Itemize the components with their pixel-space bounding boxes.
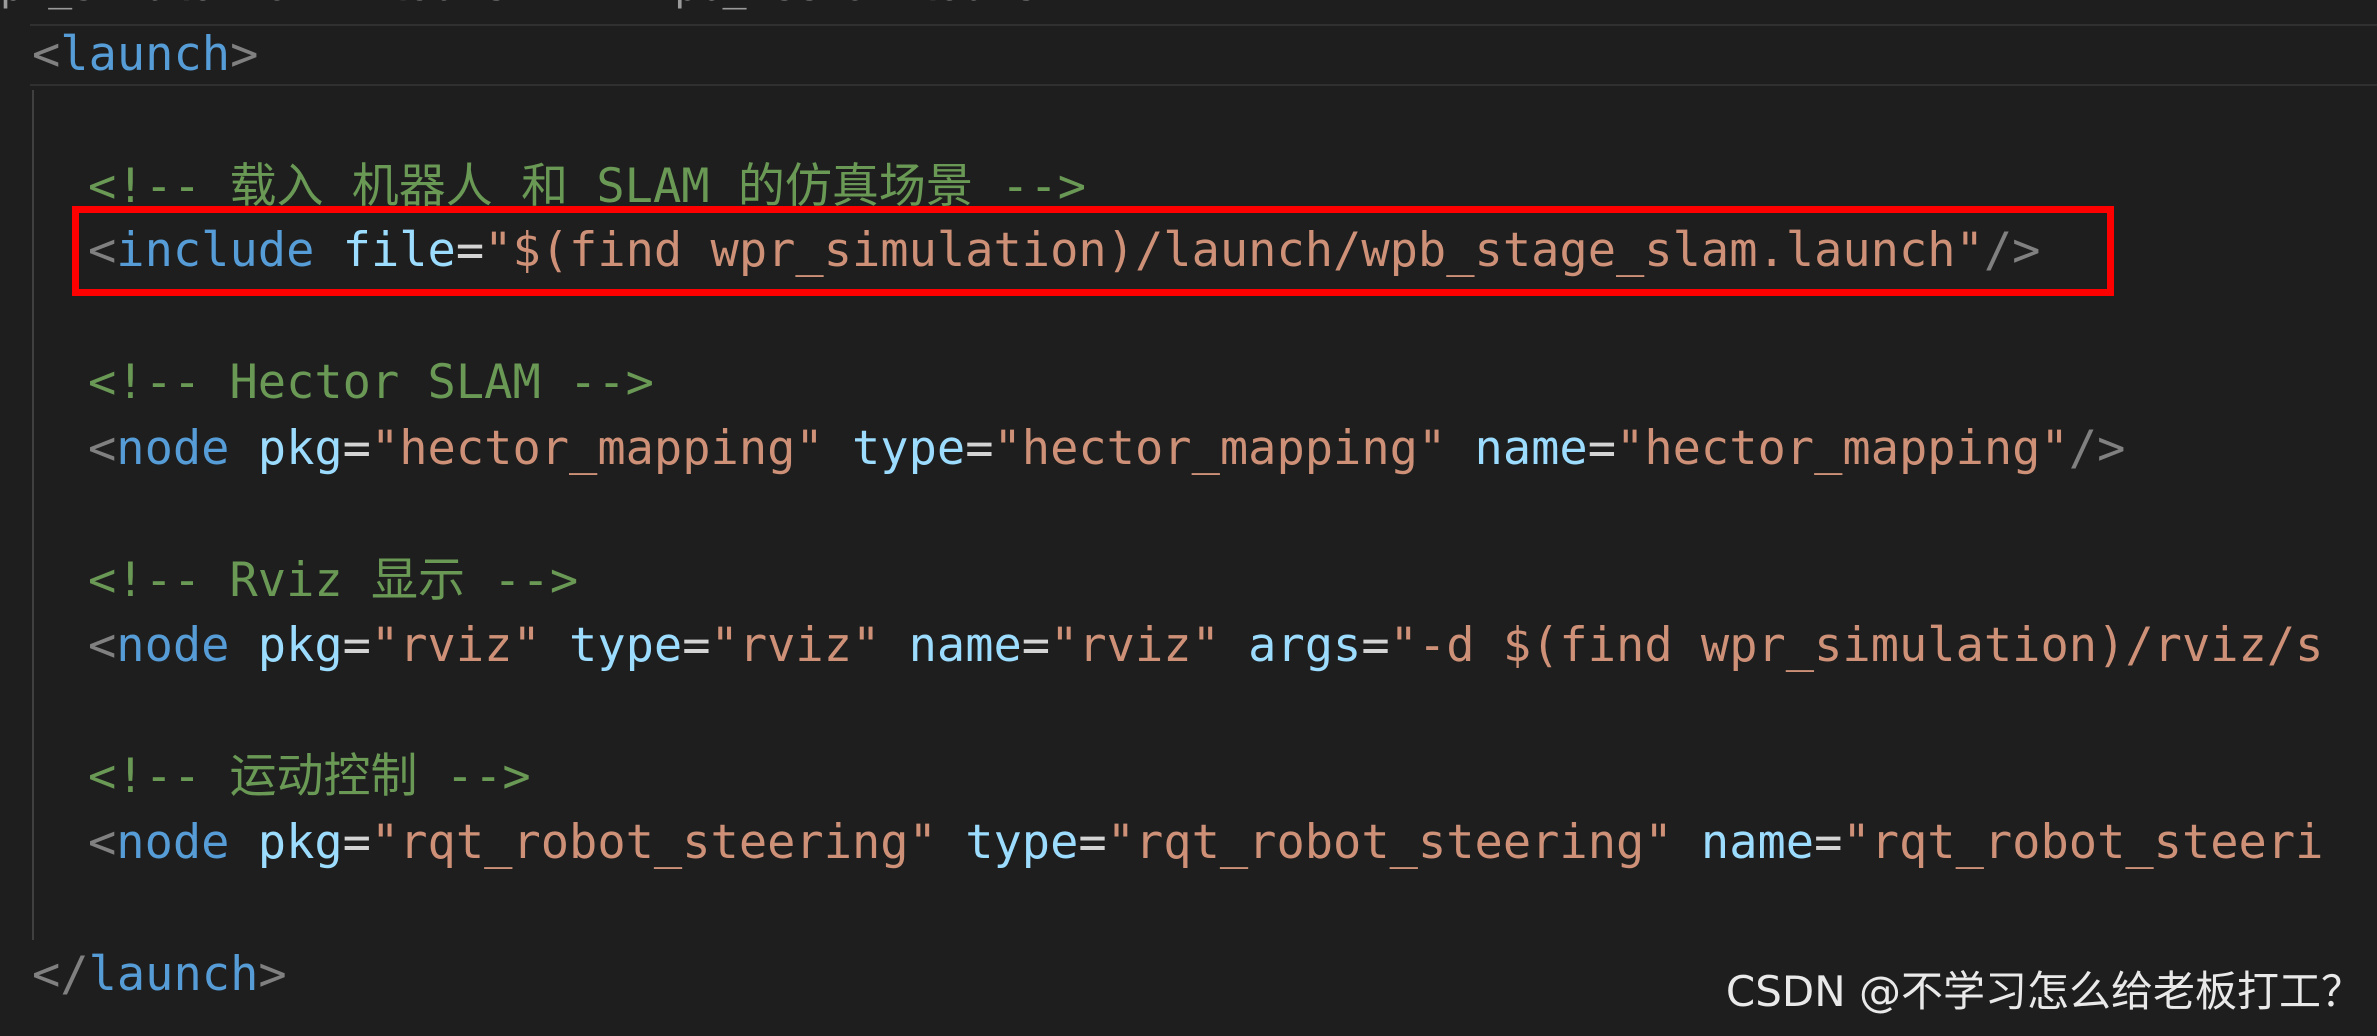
equals: = [1361,618,1390,673]
equals: = [342,421,371,476]
comment-text: <!-- Rviz 显示 --> [88,553,579,608]
attr-name: type [569,618,683,673]
bracket: > [258,947,287,1002]
attr-value: "rviz" [710,618,881,673]
bracket: < [88,421,117,476]
attr-name: pkg [257,618,343,673]
code-line-node-rviz[interactable]: <node pkg="rviz" type="rviz" name="rviz"… [88,613,2323,679]
code-line-comment-rviz[interactable]: <!-- Rviz 显示 --> [88,548,578,614]
tag-name: node [116,618,230,673]
current-line-highlight [30,24,2377,86]
code-line-comment-motion[interactable]: <!-- 运动控制 --> [88,744,531,810]
comment-text: <!-- Hector SLAM --> [88,355,654,410]
code-line-launch-close[interactable]: </launch> [32,942,287,1008]
code-line-node-rqt[interactable]: <node pkg="rqt_robot_steering" type="rqt… [88,810,2323,876]
csdn-watermark: CSDN @不学习怎么给老板打工？ [1725,967,2363,1016]
red-highlight-box [72,206,2114,296]
code-line-node-hector[interactable]: <node pkg="hector_mapping" type="hector_… [88,416,2125,482]
breadcrumb[interactable]: pr_simulation > launch > ≡ wpb_hector.la… [0,0,1060,12]
equals: = [1587,421,1617,476]
bracket: < [88,815,117,870]
attr-value: "rviz" [1050,618,1220,673]
attr-name: name [908,618,1022,673]
tag-name: launch [88,947,259,1002]
tag-name: node [116,815,230,870]
code-line-comment-hector[interactable]: <!-- Hector SLAM --> [88,350,654,416]
bracket: < [88,618,117,673]
attr-name: pkg [257,815,343,870]
equals: = [1078,815,1107,870]
attr-name: args [1248,618,1362,673]
equals: = [1021,618,1051,673]
equals: = [965,421,994,476]
attr-value: "hector_mapping" [370,421,824,476]
bracket: </ [32,947,89,1002]
attr-value: "rqt_robot_steering" [1106,815,1673,870]
indent-guide [32,90,34,940]
attr-name: name [1474,421,1588,476]
tag-name: launch [60,27,231,82]
attr-value: "rqt_robot_steering" [370,815,937,870]
attr-value: "hector_mapping" [1616,421,2069,476]
attr-name: name [1700,815,1815,870]
bracket: > [230,27,259,82]
equals: = [342,815,371,870]
bracket: /> [2068,421,2126,476]
attr-value: "-d $(find wpr_simulation)/rviz/s [1389,618,2324,673]
attr-name: pkg [257,421,343,476]
equals: = [1814,815,1843,870]
attr-name: type [852,421,966,476]
tag-name: node [116,421,230,476]
equals: = [342,618,371,673]
code-line-launch-open[interactable]: <launch> [32,22,258,88]
attr-value: "rqt_robot_steeri [1842,815,2324,870]
attr-value: "hector_mapping" [993,421,1447,476]
attr-name: type [965,815,1079,870]
attr-value: "rviz" [370,618,541,673]
bracket: < [32,27,61,82]
comment-text: <!-- 运动控制 --> [88,749,531,804]
equals: = [682,618,711,673]
code-editor[interactable]: pr_simulation > launch > ≡ wpb_hector.la… [0,0,2377,1036]
